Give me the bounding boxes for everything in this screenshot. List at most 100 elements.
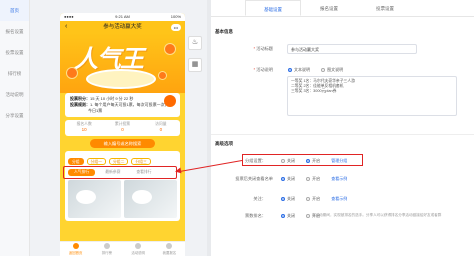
grid-icon[interactable]: ▦ [188,58,202,72]
option-label: 开启 [312,176,321,181]
stat-value: 0 [159,127,163,132]
tab-label: 我要报名 [162,251,177,255]
vote-close-label: 投票后关闭查看名单 [235,176,273,181]
entries-list: 分组 分组一 分组二 分组三 人气排行 最新参赛 查看排行 [65,151,180,221]
group-chip[interactable]: 分组一 [86,158,106,165]
radio-selected-icon [281,176,285,181]
vote-close-on-option[interactable]: 开启 [306,176,320,181]
rank-hint: 在活动期间，实现被排名的选手。分享人可以获得排名分享活动链接给好友或者群 [312,213,442,217]
medal-icon [164,95,176,107]
phone-nav-title: 参与活动赢大奖 [103,24,142,30]
coin-icon [158,71,167,80]
tab-label: 排行榜 [101,251,112,255]
left-sidebar: 首页 报名设置 投票设置 排行榜 活动说明 分享设置 [0,0,30,256]
stat-signups: 报名人数 10 [65,120,103,136]
tab-label: 活动说明 [131,251,145,255]
sidebar-item-vote[interactable]: 投票设置 [0,42,29,63]
section-basic-title: 基本信息 [215,29,233,34]
radio-icon [306,176,311,181]
settings-tabs: 基础设置 报名设置 投票设置 [211,0,474,17]
coin-icon [164,43,176,55]
rank-label: 票数排名： [245,213,266,218]
user-icon [166,243,173,249]
rank-off-option[interactable]: 关闭 [281,213,295,218]
banner-plate-decoration [86,69,156,89]
phone-status-bar: ●●●● 9:21 AM 100% [60,13,185,21]
group-chip[interactable]: 分组三 [131,158,151,165]
info-row: 今日1票 [70,108,175,114]
entry-thumbnails [68,180,177,218]
highlight-box-group-setting [242,154,363,166]
phone-tab-bar: 返回首页 排行榜 活动说明 我要报名 [60,241,185,256]
radio-selected-icon [281,213,285,218]
info-value: 1. 每个用户每天可投1票，每次可投票一次， [90,102,169,107]
group-chip[interactable]: 分组 [68,158,84,165]
stat-votes: 累计投票 0 [103,120,141,136]
app-root: 首页 报名设置 投票设置 排行榜 活动说明 分享设置 ●●●● 9:21 AM … [0,0,474,256]
tab-basic-settings[interactable]: 基础设置 [245,0,301,16]
tab-label: 返回首页 [68,251,83,255]
vote-close-radio-group: 关闭 开启 查看示例 [281,176,347,182]
label-text: 活动标题 [256,46,273,51]
option-label: 图文说明 [327,67,344,72]
activity-stats: 报名人数 10 累计投票 0 访问量 0 [65,120,180,136]
radio-icon [321,67,326,72]
desc-mode-image-option[interactable]: 图文说明 [321,67,343,72]
vote-close-example-link[interactable]: 查看示例 [331,176,347,181]
search-entry-button[interactable]: 输入编号或名称搜索 [90,139,155,148]
option-label: 关闭 [287,196,295,201]
activity-title-input[interactable]: 参与活动赢大奖 [287,44,417,54]
activity-desc-textarea[interactable]: 一等奖 1名：马尔代夫豪华亲子三人游 二等奖 2名：佳能单反相机套机 三等奖 3… [287,76,457,116]
group-chip[interactable]: 分组二 [108,158,129,165]
follow-on-option[interactable]: 开启 [306,196,320,201]
follow-example-link[interactable]: 查看示例 [331,196,347,201]
tab-signup[interactable]: 我要报名 [154,242,185,256]
home-icon [72,243,79,249]
sidebar-item-signup[interactable]: 报名设置 [0,21,29,42]
radio-icon [306,196,311,201]
follow-off-option[interactable]: 关闭 [281,196,295,201]
tab-ranking[interactable]: 排行榜 [91,242,122,256]
battery-icon: 100% [170,14,181,19]
vote-close-off-option[interactable]: 关闭 [281,176,295,181]
sidebar-item-home[interactable]: 首页 [0,0,29,21]
sidebar-item-ranking[interactable]: 排行榜 [0,63,29,84]
pot-icon[interactable]: ♨ [188,36,202,50]
tab-home[interactable]: 返回首页 [60,242,91,256]
tab-signup-settings[interactable]: 报名设置 [301,0,357,16]
sidebar-item-description[interactable]: 活动说明 [0,84,29,105]
section-divider [211,134,474,135]
info-value: 今日1票 [88,108,103,113]
entry-image[interactable] [68,180,121,218]
info-value: 15 天 10 小时 9 分 22 秒 [90,96,134,101]
back-icon[interactable]: ‹ [65,21,67,33]
info-icon [135,243,142,249]
option-label: 开启 [312,196,321,201]
stat-visits: 访问量 0 [142,120,180,136]
activity-title-label: * 活动标题 [225,46,273,52]
more-icon[interactable]: ••• [170,23,181,31]
highlight-box-group-chips [63,166,177,179]
radio-selected-icon [288,67,292,72]
tab-description[interactable]: 活动说明 [123,242,154,256]
info-key: 投票规则： [70,102,90,107]
section-advanced-title: 高级选项 [215,141,233,146]
label-text: 活动说明 [256,67,273,72]
info-row: 投票规则：1. 每个用户每天可投1票，每次可投票一次， [70,102,175,108]
stat-value: 0 [121,127,124,132]
phone-preview: ●●●● 9:21 AM 100% ‹ 参与活动赢大奖 ••• 人气王 投票积分… [60,13,185,256]
sidebar-item-share[interactable]: 分享设置 [0,105,29,126]
stat-value: 10 [81,127,87,132]
activity-desc-label: * 活动说明 [225,67,273,73]
signal-icon: ●●●● [64,14,74,19]
follow-label: 关注： [253,196,266,201]
activity-banner: 人气王 [60,33,185,93]
desc-line: 三等奖 3名：3000元plan券 [291,89,337,94]
entry-image[interactable] [124,180,177,218]
desc-mode-text-option[interactable]: 文本说明 [288,67,310,72]
tab-vote-settings[interactable]: 投票设置 [357,0,413,16]
preview-tools: ♨ ▦ [188,36,202,80]
info-key: 投票积分： [70,96,90,101]
option-label: 文本说明 [294,67,310,72]
phone-nav-bar: ‹ 参与活动赢大奖 ••• [60,21,185,33]
